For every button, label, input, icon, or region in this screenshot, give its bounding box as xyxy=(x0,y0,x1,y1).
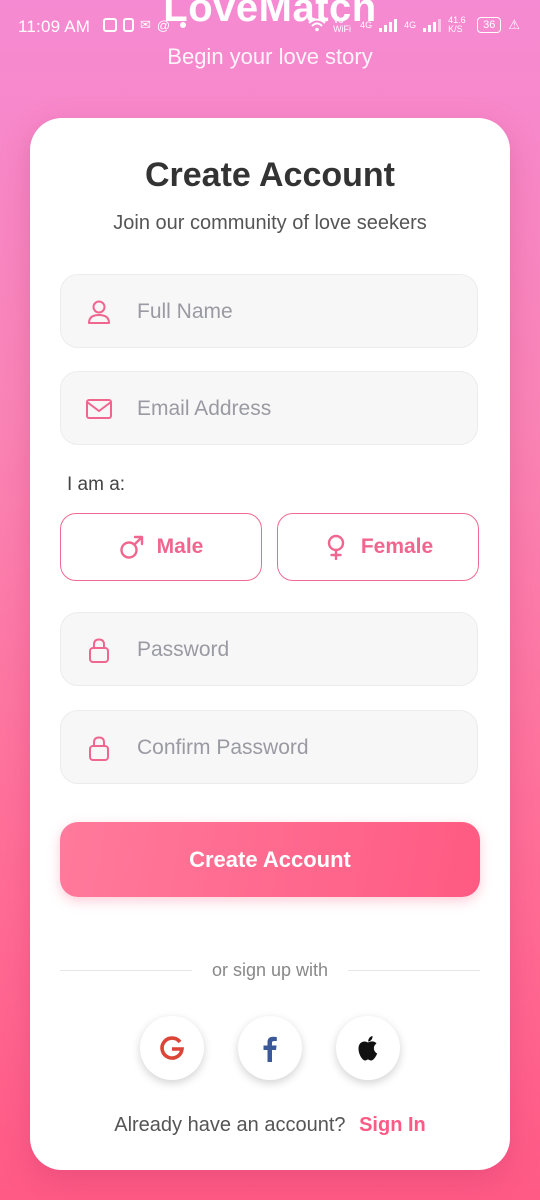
confirm-password-field[interactable] xyxy=(60,710,478,785)
female-icon xyxy=(327,534,345,560)
full-name-field[interactable] xyxy=(60,274,478,349)
app-subtitle: Begin your love story xyxy=(167,44,373,69)
gender-label: I am a: xyxy=(67,474,126,495)
male-icon xyxy=(119,535,143,559)
page-subtitle: Join our community of love seekers xyxy=(113,212,427,234)
email-field[interactable] xyxy=(60,371,478,446)
person-icon xyxy=(88,300,110,324)
lock-icon xyxy=(89,736,109,761)
google-signup-button[interactable] xyxy=(140,1016,204,1080)
mail-icon xyxy=(86,399,112,419)
signup-card: Create Account Join our community of lov… xyxy=(30,118,510,1170)
page-title: Create Account xyxy=(144,156,396,194)
gender-female-label: Female xyxy=(360,535,434,558)
facebook-signup-button[interactable] xyxy=(238,1016,302,1080)
google-icon xyxy=(160,1036,184,1060)
create-account-button[interactable]: Create Account xyxy=(60,822,480,897)
apple-signup-button[interactable] xyxy=(336,1016,400,1080)
signin-row: Already have an account? Sign In xyxy=(30,1114,510,1137)
gender-female-button[interactable]: Female xyxy=(277,513,479,581)
email-input[interactable] xyxy=(135,372,459,446)
signin-prompt: Already have an account? xyxy=(114,1114,346,1136)
app-title: LoveMatch xyxy=(163,0,377,30)
gender-male-label: Male xyxy=(156,535,204,558)
confirm-password-input[interactable] xyxy=(135,711,459,785)
divider-line-right xyxy=(348,970,480,971)
signin-link[interactable]: Sign In xyxy=(359,1114,426,1136)
apple-icon xyxy=(358,1036,378,1061)
lock-icon xyxy=(89,638,109,663)
password-field[interactable] xyxy=(60,612,478,687)
full-name-input[interactable] xyxy=(135,275,459,349)
facebook-icon xyxy=(263,1036,277,1062)
password-input[interactable] xyxy=(135,613,459,687)
gender-male-button[interactable]: Male xyxy=(60,513,262,581)
